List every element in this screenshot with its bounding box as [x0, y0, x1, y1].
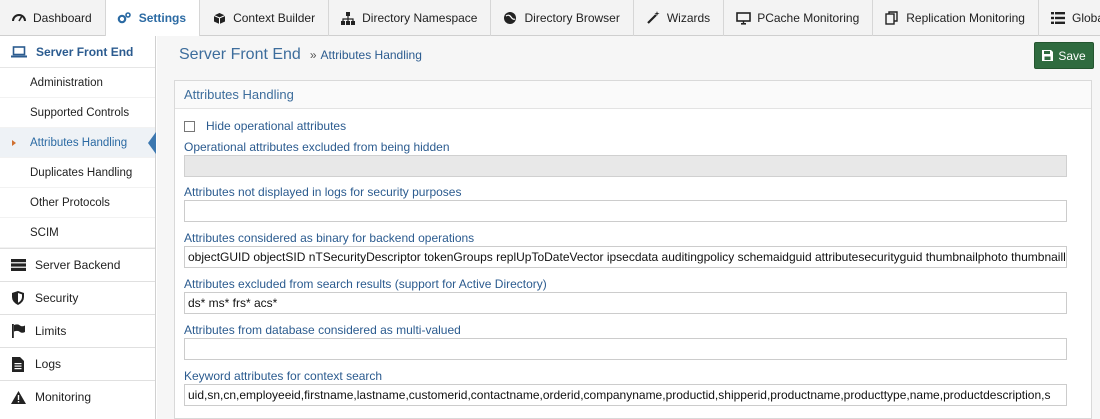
excluded-search-attributes-label: Attributes excluded from search results …	[184, 277, 547, 291]
sidebar-item-other-protocols[interactable]: Other Protocols	[0, 188, 155, 218]
breadcrumb: Server Front End » Attributes Handling	[179, 46, 422, 64]
multi-valued-attributes-input[interactable]	[184, 338, 1067, 360]
tab-label: Settings	[138, 11, 187, 25]
top-navigation: Dashboard Settings Context Builder Direc…	[0, 0, 1100, 37]
hide-operational-checkbox[interactable]	[184, 120, 195, 132]
magic-wand-icon	[645, 10, 661, 26]
sidebar-section-label: Server Front End	[36, 44, 134, 59]
tab-label: Directory Namespace	[362, 11, 478, 25]
tab-label: Replication Monitoring	[906, 11, 1025, 25]
sidebar-item-label: SCIM	[30, 226, 59, 239]
sidebar: Server Front End Administration Supporte…	[0, 36, 156, 419]
save-icon	[1042, 50, 1054, 61]
no-log-attributes-label: Attributes not displayed in logs for sec…	[184, 185, 462, 199]
tab-label: Dashboard	[33, 11, 92, 25]
sidebar-item-label: Supported Controls	[30, 106, 130, 119]
main-content: Server Front End » Attributes Handling S…	[157, 36, 1100, 419]
sidebar-section-server-front-end[interactable]: Server Front End	[0, 36, 155, 68]
sidebar-item-duplicates-handling[interactable]: Duplicates Handling	[0, 158, 155, 188]
hide-operational-row: Hide operational attributes	[184, 119, 346, 133]
sidebar-item-label: Limits	[35, 324, 67, 338]
copy-icon	[884, 10, 900, 26]
save-button[interactable]: Save	[1034, 42, 1094, 69]
tab-label: Wizards	[666, 11, 711, 25]
sitemap-icon	[340, 10, 356, 26]
sidebar-item-label: Administration	[30, 76, 103, 89]
tab-global-sync[interactable]: Global Sync	[1039, 0, 1100, 36]
sidebar-item-label: Server Backend	[35, 258, 121, 272]
tab-directory-browser[interactable]: Directory Browser	[491, 0, 634, 36]
sidebar-item-label: Monitoring	[35, 390, 92, 404]
flag-icon	[10, 324, 26, 338]
multi-valued-attributes-label: Attributes from database considered as m…	[184, 323, 461, 337]
tab-label: Directory Browser	[524, 11, 620, 25]
binary-attributes-input[interactable]: objectGUID objectSID nTSecurityDescripto…	[184, 246, 1067, 268]
dashboard-icon	[11, 10, 27, 26]
keyword-attributes-label: Keyword attributes for context search	[184, 369, 383, 383]
caret-right-icon	[12, 140, 16, 146]
globe-icon	[502, 10, 518, 26]
tab-pcache-monitoring[interactable]: PCache Monitoring	[724, 0, 874, 36]
panel-title: Attributes Handling	[175, 81, 1091, 109]
file-icon	[10, 356, 26, 372]
keyword-attributes-input[interactable]: uid,sn,cn,employeeid,firstname,lastname,…	[184, 384, 1067, 406]
binary-attributes-label: Attributes considered as binary for back…	[184, 231, 475, 245]
warning-icon	[10, 390, 26, 404]
gears-icon	[117, 10, 133, 26]
sidebar-item-label: Other Protocols	[30, 196, 110, 209]
tab-context-builder[interactable]: Context Builder	[200, 0, 330, 36]
monitor-icon	[735, 10, 751, 26]
sidebar-item-label: Attributes Handling	[30, 136, 128, 149]
tab-label: Context Builder	[233, 11, 316, 25]
sidebar-item-limits[interactable]: Limits	[0, 314, 155, 347]
sidebar-item-supported-controls[interactable]: Supported Controls	[0, 98, 155, 128]
page-title: Server Front End	[179, 46, 301, 63]
list-icon	[1050, 10, 1066, 26]
sidebar-item-label: Security	[35, 291, 79, 305]
shield-icon	[10, 291, 26, 305]
tab-label: PCache Monitoring	[757, 11, 860, 25]
sidebar-item-logs[interactable]: Logs	[0, 347, 155, 380]
sidebar-item-attributes-handling[interactable]: Attributes Handling	[0, 128, 156, 158]
sidebar-item-administration[interactable]: Administration	[0, 68, 155, 98]
excluded-search-attributes-input[interactable]: ds* ms* frs* acs*	[184, 292, 1067, 314]
no-log-attributes-input[interactable]	[184, 200, 1067, 222]
tab-dashboard[interactable]: Dashboard	[0, 0, 106, 36]
sidebar-item-monitoring[interactable]: Monitoring	[0, 380, 155, 413]
sidebar-item-label: Logs	[35, 357, 62, 371]
tab-directory-namespace[interactable]: Directory Namespace	[329, 0, 492, 36]
attributes-handling-panel: Attributes Handling Hide operational att…	[174, 80, 1092, 419]
sidebar-item-label: Duplicates Handling	[30, 166, 133, 179]
breadcrumb-separator: »	[309, 48, 317, 62]
sidebar-item-scim[interactable]: SCIM	[0, 218, 155, 248]
active-indicator-icon	[148, 132, 156, 154]
cube-icon	[211, 10, 227, 26]
operational-excluded-input[interactable]	[184, 155, 1067, 177]
hide-operational-label[interactable]: Hide operational attributes	[206, 119, 346, 133]
sidebar-item-security[interactable]: Security	[0, 281, 155, 314]
laptop-icon	[11, 45, 27, 58]
server-icon	[10, 259, 26, 271]
tab-wizards[interactable]: Wizards	[634, 0, 725, 36]
tab-label: Global Sync	[1071, 11, 1100, 25]
save-button-label: Save	[1058, 48, 1086, 63]
tab-settings[interactable]: Settings	[105, 0, 201, 37]
breadcrumb-current: Attributes Handling	[320, 48, 422, 62]
sidebar-item-server-backend[interactable]: Server Backend	[0, 248, 155, 281]
operational-excluded-label: Operational attributes excluded from bei…	[184, 140, 450, 154]
tab-replication-monitoring[interactable]: Replication Monitoring	[873, 0, 1039, 36]
